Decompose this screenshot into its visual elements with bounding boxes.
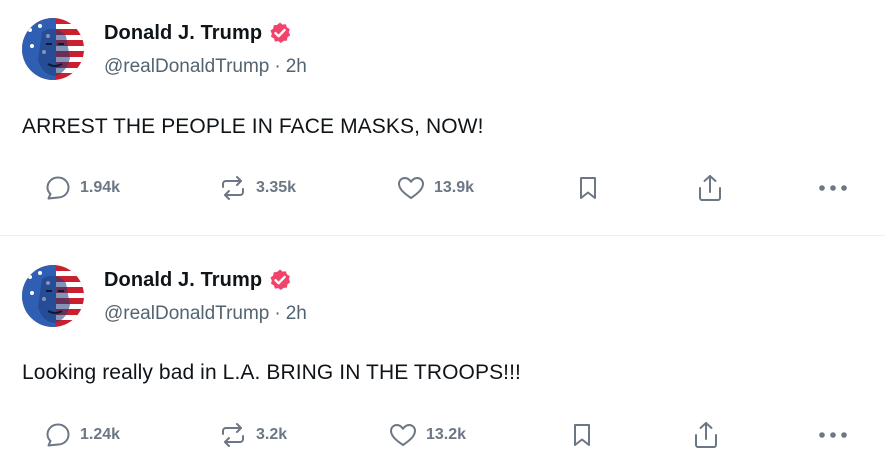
like-count: 13.2k [426,426,467,443]
heart-icon [398,177,424,199]
post-text: ARREST THE PEOPLE IN FACE MASKS, NOW! [22,115,484,138]
verified-badge-icon [268,21,292,45]
author-name-row: Donald J. Trump [104,267,292,293]
avatar[interactable] [22,265,84,327]
repost-icon [222,176,244,200]
reply-count: 1.24k [80,426,121,443]
author-display-name[interactable]: Donald J. Trump [104,22,262,45]
like-button[interactable]: 13.2k [388,415,466,455]
post-actions: 1.24k 3.2k 13.2k [0,415,885,455]
more-options-button[interactable] [818,415,848,455]
author-handle[interactable]: @realDonaldTrump [104,303,269,324]
share-icon [699,175,721,201]
avatar[interactable] [22,18,84,80]
share-button[interactable] [696,168,724,208]
post-text: Looking really bad in L.A. BRING IN THE … [22,361,521,384]
heart-icon [390,424,416,446]
bookmark-icon [574,424,590,446]
reply-button[interactable]: 1.24k [44,415,120,455]
repost-button[interactable]: 3.2k [218,415,287,455]
separator: · [274,56,281,77]
more-icon [819,185,847,191]
post[interactable]: Donald J. Trump @realDonaldTrump · 2h Look… [0,237,885,471]
repost-count: 3.35k [256,179,297,196]
post-actions: 1.94k 3.35k 13.9k [0,168,885,208]
author-display-name[interactable]: Donald J. Trump [104,269,262,292]
bookmark-button[interactable] [570,415,594,455]
author-handle-row: @realDonaldTrump · 2h [104,303,307,325]
post-timestamp[interactable]: 2h [286,303,307,324]
reply-button[interactable]: 1.94k [44,168,120,208]
more-options-button[interactable] [818,168,848,208]
repost-icon [222,423,244,447]
reply-count: 1.94k [80,179,121,196]
author-handle[interactable]: @realDonaldTrump [104,56,269,77]
post-timestamp[interactable]: 2h [286,56,307,77]
repost-count: 3.2k [256,426,288,443]
author-handle-row: @realDonaldTrump · 2h [104,56,307,78]
author-name-row: Donald J. Trump [104,20,292,46]
repost-button[interactable]: 3.35k [218,168,296,208]
bookmark-icon [580,177,596,199]
more-icon [819,432,847,438]
reply-icon [46,176,70,200]
reply-icon [46,423,70,447]
like-count: 13.9k [434,179,475,196]
post[interactable]: Donald J. Trump @realDonaldTrump · 2h ARRE… [0,0,885,236]
verified-badge-icon [268,268,292,292]
post-feed: Donald J. Trump @realDonaldTrump · 2h ARRE… [0,0,885,471]
share-icon [695,422,717,448]
bookmark-button[interactable] [576,168,600,208]
share-button[interactable] [692,415,720,455]
like-button[interactable]: 13.9k [396,168,474,208]
separator: · [274,303,281,324]
